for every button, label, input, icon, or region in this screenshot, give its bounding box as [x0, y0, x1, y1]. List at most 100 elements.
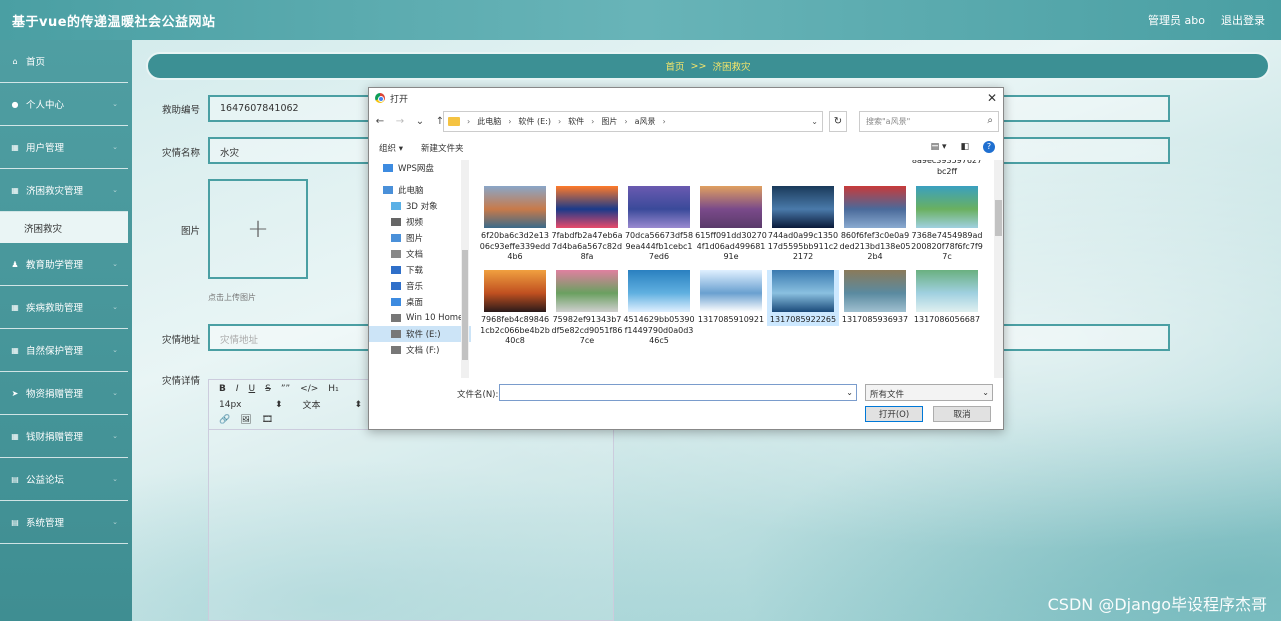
- font-size-select[interactable]: 14px: [219, 400, 269, 410]
- address-label: 灾情地址: [161, 335, 200, 346]
- forward-arrow-icon[interactable]: →: [393, 116, 407, 127]
- sidebar-item-8[interactable]: ▦ 钱财捐赠管理 ⌄: [0, 415, 128, 458]
- nav-item-label: 3D 对象: [406, 202, 438, 212]
- image-upload-box[interactable]: +: [208, 179, 308, 279]
- image-thumbnail: [844, 186, 906, 228]
- path-separator: ›: [591, 117, 595, 126]
- nav-item[interactable]: 此电脑: [369, 182, 471, 198]
- nav-item[interactable]: 文档: [369, 246, 471, 262]
- code-button[interactable]: </>: [300, 384, 318, 394]
- user-icon: ●: [11, 99, 19, 109]
- nav-scroll-thumb[interactable]: [462, 250, 468, 360]
- cancel-button[interactable]: 取消: [933, 406, 991, 422]
- underline-button[interactable]: U: [249, 384, 256, 394]
- sidebar-item-9[interactable]: ▤ 公益论坛 ⌄: [0, 458, 128, 501]
- path-segment[interactable]: a风景: [635, 116, 656, 127]
- nav-item[interactable]: WPS网盘: [369, 160, 471, 176]
- file-item[interactable]: 615ff091dd302704f1d06ad49968191e: [695, 186, 767, 263]
- nav-item[interactable]: 图片: [369, 230, 471, 246]
- file-item[interactable]: 6f20ba6c3d2e1306c93effe339edd4b6: [479, 186, 551, 263]
- path-segment[interactable]: 图片: [601, 116, 617, 127]
- chevron-down-icon: ⌄: [112, 260, 118, 268]
- sidebar-item-10[interactable]: ▤ 系统管理 ⌄: [0, 501, 128, 544]
- grid-icon: ▦: [11, 431, 19, 441]
- organize-menu[interactable]: 组织 ▾: [379, 142, 403, 154]
- open-button[interactable]: 打开(O): [865, 406, 923, 422]
- breadcrumb-separator: >>: [690, 60, 707, 72]
- path-segment[interactable]: 此电脑: [477, 116, 501, 127]
- sidebar-item-6[interactable]: ▦ 自然保护管理 ⌄: [0, 329, 128, 372]
- breadcrumb-home[interactable]: 首页: [666, 59, 685, 73]
- path-segment[interactable]: 软件: [568, 116, 584, 127]
- nav-item[interactable]: Win 10 Home: [369, 310, 471, 326]
- link-icon[interactable]: 🔗: [219, 415, 230, 425]
- close-icon[interactable]: ✕: [987, 91, 997, 105]
- quote-button[interactable]: ””: [281, 384, 290, 394]
- sidebar-item-2[interactable]: ▦ 用户管理 ⌄: [0, 126, 128, 169]
- site-title: 基于vue的传递温暖社会公益网站: [12, 14, 216, 30]
- view-options-icon[interactable]: ▤ ▾: [931, 142, 947, 152]
- file-item-partial[interactable]: 8a9ec393597627bc2ff: [911, 160, 983, 177]
- nav-item[interactable]: 3D 对象: [369, 198, 471, 214]
- nav-item[interactable]: 桌面: [369, 294, 471, 310]
- image-thumbnail: [556, 270, 618, 312]
- sidebar-item-5[interactable]: ▦ 疾病救助管理 ⌄: [0, 286, 128, 329]
- filename-dropdown-icon[interactable]: ⌄: [846, 388, 853, 397]
- nav-item[interactable]: 下载: [369, 262, 471, 278]
- file-item[interactable]: 1317085922265: [767, 270, 839, 326]
- bold-button[interactable]: B: [219, 384, 226, 394]
- file-item[interactable]: 7368e7454989ad200820f78f6fc7f97c: [911, 186, 983, 263]
- search-input[interactable]: 搜索"a风景" ⌕: [859, 111, 999, 132]
- sidebar-item-1[interactable]: ● 个人中心 ⌄: [0, 83, 128, 126]
- sidebar-item-label: 教育助学管理: [26, 260, 84, 271]
- file-item[interactable]: 860f6fef3c0e0a9ded213bd138e052b4: [839, 186, 911, 263]
- recent-dropdown-icon[interactable]: ⌄: [413, 116, 427, 127]
- sidebar-item-7[interactable]: ➤ 物资捐赠管理 ⌄: [0, 372, 128, 415]
- preview-pane-icon[interactable]: ◧: [960, 142, 969, 152]
- image-icon[interactable]: 🖼: [240, 415, 251, 425]
- back-arrow-icon[interactable]: ←: [373, 116, 387, 127]
- file-item[interactable]: 70dca56673df589ea444fb1cebc17ed6: [623, 186, 695, 263]
- file-item[interactable]: 1317086056687: [911, 270, 983, 326]
- image-thumbnail: [556, 186, 618, 228]
- heading-button[interactable]: H₁: [328, 384, 338, 394]
- file-item[interactable]: 7968feb4c898461cb2c066be4b2b40c8: [479, 270, 551, 347]
- sidebar-item-label: 首页: [26, 57, 46, 68]
- help-icon[interactable]: ?: [983, 141, 995, 153]
- grid-icon: ▦: [11, 302, 19, 312]
- nav-scrollbar[interactable]: [461, 160, 469, 378]
- file-item[interactable]: 4514629bb05390f1449790d0a0d346c5: [623, 270, 695, 347]
- file-item[interactable]: 744ad0a99c135017d5595bb911c22172: [767, 186, 839, 263]
- path-segment[interactable]: 软件 (E:): [518, 116, 551, 127]
- file-item[interactable]: 7fabdfb2a47eb6a7d4ba6a567c82d8fa: [551, 186, 623, 263]
- file-name: 744ad0a99c135017d5595bb911c22172: [767, 231, 839, 261]
- video-icon[interactable]: 🎞: [262, 415, 273, 425]
- nav-item[interactable]: 软件 (E:): [369, 326, 471, 342]
- nav-item-label: 图片: [406, 234, 424, 244]
- filename-label: 文件名(N):: [457, 390, 499, 400]
- sidebar-item-0[interactable]: ⌂ 首页: [0, 40, 128, 83]
- sidebar-item-4[interactable]: ♟ 教育助学管理 ⌄: [0, 243, 128, 286]
- file-item[interactable]: 1317085936937: [839, 270, 911, 326]
- filename-input[interactable]: ⌄: [499, 384, 857, 401]
- path-separator: ›: [508, 117, 512, 126]
- address-bar[interactable]: › 此电脑 › 软件 (E:) › 软件 › 图片 › a风景 › ⌄: [443, 111, 823, 132]
- file-scrollbar[interactable]: [994, 160, 1003, 378]
- user-label[interactable]: 管理员 abo: [1148, 12, 1205, 28]
- filetype-select[interactable]: 所有文件 ⌄: [865, 384, 993, 401]
- sidebar-subitem-active[interactable]: 济困救灾: [0, 212, 128, 243]
- refresh-icon[interactable]: ↻: [829, 111, 847, 132]
- file-item[interactable]: 75982ef91343b7df5e82cd9051f867ce: [551, 270, 623, 347]
- new-folder-button[interactable]: 新建文件夹: [421, 142, 464, 154]
- file-scroll-thumb[interactable]: [995, 200, 1002, 236]
- strike-button[interactable]: S: [265, 384, 271, 394]
- sidebar-item-3[interactable]: ▦ 济困救灾管理 ⌄: [0, 169, 128, 212]
- address-dropdown-icon[interactable]: ⌄: [811, 117, 818, 126]
- file-item[interactable]: 1317085910921: [695, 270, 767, 326]
- logout-link[interactable]: 退出登录: [1221, 12, 1265, 28]
- text-style-select[interactable]: 文本: [303, 398, 349, 411]
- nav-item[interactable]: 文档 (F:): [369, 342, 471, 358]
- italic-button[interactable]: I: [236, 384, 239, 394]
- nav-item[interactable]: 视频: [369, 214, 471, 230]
- nav-item[interactable]: 音乐: [369, 278, 471, 294]
